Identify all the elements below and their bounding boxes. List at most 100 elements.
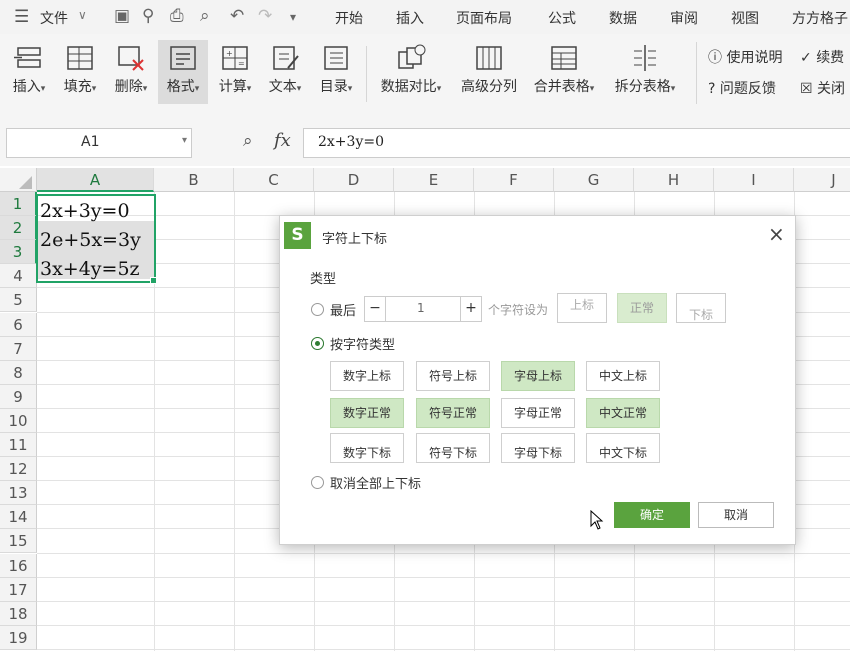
customize-quick-access-icon[interactable]: ▾ bbox=[290, 10, 296, 24]
insert-button[interactable]: 插入▾ bbox=[6, 40, 52, 104]
undo-icon[interactable]: ↶ bbox=[230, 6, 244, 26]
row-header[interactable]: 3 bbox=[0, 240, 37, 265]
tab-formula[interactable]: 公式 bbox=[548, 8, 576, 28]
column-header[interactable]: E bbox=[394, 168, 474, 192]
cancel-all-radio[interactable] bbox=[311, 476, 324, 489]
column-header[interactable]: I bbox=[714, 168, 794, 192]
tab-page-layout[interactable]: 页面布局 bbox=[456, 8, 512, 28]
row-header[interactable]: 17 bbox=[0, 577, 37, 602]
chinese-superscript-button[interactable]: 中文上标 bbox=[586, 361, 660, 391]
subscript-superscript-dialog: S 字符上下标 × 类型 最后 − 1 + 个字符设为 上标 正常 下标 按字符… bbox=[279, 215, 796, 545]
tab-data[interactable]: 数据 bbox=[609, 8, 637, 28]
calculate-button[interactable]: + = 计算▾ bbox=[212, 40, 258, 104]
tab-view[interactable]: 视图 bbox=[731, 8, 759, 28]
chevron-down-icon[interactable]: ∨ bbox=[78, 8, 87, 22]
hamburger-icon[interactable]: ☰ bbox=[14, 7, 29, 27]
select-all-corner[interactable] bbox=[0, 168, 37, 192]
decrement-button[interactable]: − bbox=[365, 297, 386, 321]
split-columns-button[interactable]: 高级分列 bbox=[456, 40, 522, 104]
digit-subscript-button[interactable]: 数字下标 bbox=[330, 433, 404, 463]
data-compare-button[interactable]: 数据对比▾ bbox=[375, 40, 447, 104]
save-icon[interactable]: ▣ bbox=[114, 6, 130, 26]
column-header[interactable]: H bbox=[634, 168, 714, 192]
row-header[interactable]: 13 bbox=[0, 481, 37, 506]
row-header[interactable]: 10 bbox=[0, 408, 37, 433]
fill-button[interactable]: 填充▾ bbox=[57, 40, 103, 104]
row-header[interactable]: 11 bbox=[0, 433, 37, 458]
format-button[interactable]: 格式▾ bbox=[158, 40, 208, 104]
print-icon[interactable]: ⎙ bbox=[170, 6, 184, 26]
fill-handle[interactable] bbox=[150, 277, 157, 284]
merge-table-button[interactable]: 合并表格▾ bbox=[528, 40, 600, 104]
last-chars-radio[interactable] bbox=[311, 303, 324, 316]
name-box[interactable]: A1 ▾ bbox=[6, 128, 192, 158]
row-header[interactable]: 5 bbox=[0, 288, 37, 313]
cell-a3[interactable]: 3x+4y=5z bbox=[40, 258, 140, 280]
row-header[interactable]: 18 bbox=[0, 601, 37, 626]
digit-superscript-button[interactable]: 数字上标 bbox=[330, 361, 404, 391]
column-header[interactable]: B bbox=[154, 168, 234, 192]
row-header[interactable]: 1 bbox=[0, 192, 37, 217]
formula-input[interactable]: 2x+3y=0 bbox=[303, 128, 850, 158]
increment-button[interactable]: + bbox=[460, 297, 481, 321]
column-header[interactable]: C bbox=[234, 168, 314, 192]
normal-button[interactable]: 正常 bbox=[617, 293, 667, 323]
column-header[interactable]: A bbox=[37, 168, 154, 192]
row-header[interactable]: 8 bbox=[0, 360, 37, 385]
symbol-normal-button[interactable]: 符号正常 bbox=[416, 398, 490, 428]
tab-ffcell[interactable]: 方方格子 bbox=[792, 8, 848, 28]
catalog-button[interactable]: 目录▾ bbox=[313, 40, 359, 104]
row-header[interactable]: 15 bbox=[0, 529, 37, 554]
column-header[interactable]: G bbox=[554, 168, 634, 192]
chinese-normal-button[interactable]: 中文正常 bbox=[586, 398, 660, 428]
text-button[interactable]: 文本▾ bbox=[262, 40, 308, 104]
row-header[interactable]: 4 bbox=[0, 264, 37, 289]
function-icon[interactable]: fx bbox=[274, 130, 291, 151]
zoom-search-icon[interactable]: ⌕ bbox=[243, 131, 253, 151]
split-table-button[interactable]: 拆分表格▾ bbox=[608, 40, 682, 104]
renew-button[interactable]: ✓ 续费 bbox=[800, 47, 844, 67]
row-header[interactable]: 2 bbox=[0, 216, 37, 241]
row-header[interactable]: 7 bbox=[0, 336, 37, 361]
column-header[interactable]: J bbox=[794, 168, 850, 192]
by-char-type-radio[interactable] bbox=[311, 337, 324, 350]
name-box-dropdown-icon[interactable]: ▾ bbox=[182, 135, 187, 146]
redo-icon[interactable]: ↷ bbox=[258, 6, 272, 26]
letter-subscript-button[interactable]: 字母下标 bbox=[501, 433, 575, 463]
row-header[interactable]: 19 bbox=[0, 625, 37, 650]
symbol-superscript-button[interactable]: 符号上标 bbox=[416, 361, 490, 391]
column-header[interactable]: F bbox=[474, 168, 554, 192]
calculate-icon: += bbox=[222, 46, 248, 70]
cell-a2[interactable]: 2e+5x=3y bbox=[40, 229, 141, 251]
count-value[interactable]: 1 bbox=[417, 301, 425, 315]
print-preview-icon[interactable]: ⌕ bbox=[200, 6, 210, 26]
close-icon[interactable]: × bbox=[768, 222, 785, 246]
letter-superscript-button[interactable]: 字母上标 bbox=[501, 361, 575, 391]
check-circle-icon: ✓ bbox=[800, 50, 812, 66]
superscript-button[interactable]: 上标 bbox=[557, 293, 607, 323]
count-stepper[interactable]: − 1 + bbox=[364, 296, 482, 322]
cell-a1[interactable]: 2x+3y=0 bbox=[40, 200, 130, 222]
subscript-button[interactable]: 下标 bbox=[676, 293, 726, 323]
row-header[interactable]: 6 bbox=[0, 312, 37, 337]
feedback-button[interactable]: ? 问题反馈 bbox=[708, 78, 776, 98]
chinese-subscript-button[interactable]: 中文下标 bbox=[586, 433, 660, 463]
letter-normal-button[interactable]: 字母正常 bbox=[501, 398, 575, 428]
digit-normal-button[interactable]: 数字正常 bbox=[330, 398, 404, 428]
ok-button[interactable]: 确定 bbox=[614, 502, 690, 528]
row-header[interactable]: 9 bbox=[0, 384, 37, 409]
tab-insert[interactable]: 插入 bbox=[396, 8, 424, 28]
delete-button[interactable]: 删除▾ bbox=[108, 40, 154, 104]
file-menu[interactable]: 文件 bbox=[40, 8, 68, 28]
symbol-subscript-button[interactable]: 符号下标 bbox=[416, 433, 490, 463]
tab-review[interactable]: 审阅 bbox=[670, 8, 698, 28]
column-header[interactable]: D bbox=[314, 168, 394, 192]
close-tool-button[interactable]: ☒ 关闭 bbox=[800, 78, 845, 98]
format-painter-icon[interactable]: ⚲ bbox=[142, 6, 154, 26]
row-header[interactable]: 14 bbox=[0, 505, 37, 530]
row-header[interactable]: 12 bbox=[0, 457, 37, 482]
tab-home[interactable]: 开始 bbox=[335, 8, 363, 28]
help-button[interactable]: ⓘ 使用说明 bbox=[708, 47, 782, 67]
row-header[interactable]: 16 bbox=[0, 553, 37, 578]
cancel-button[interactable]: 取消 bbox=[698, 502, 774, 528]
